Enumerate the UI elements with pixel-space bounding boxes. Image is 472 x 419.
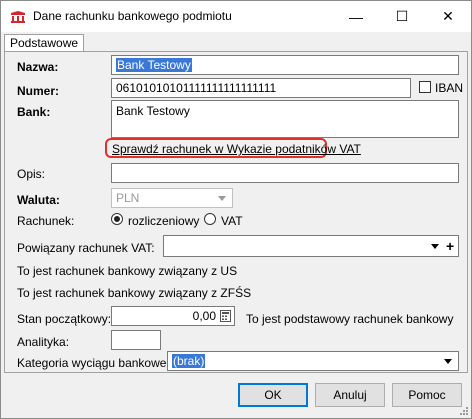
ok-button[interactable]: OK: [238, 383, 308, 407]
app-logo-icon: [11, 11, 25, 23]
info-us: To jest rachunek bankowy związany z US: [17, 264, 238, 278]
numer-input[interactable]: 06101010101111111111111111: [111, 78, 411, 98]
nazwa-value: Bank Testowy: [116, 58, 192, 72]
tab-panel: Nazwa: Bank Testowy Numer: 0610101010111…: [4, 51, 468, 373]
stan-input[interactable]: 0,00: [111, 306, 235, 326]
close-button[interactable]: ✕: [425, 1, 471, 32]
resize-grip-icon[interactable]: [459, 406, 469, 416]
verify-account-link[interactable]: Sprawdź rachunek w Wykazie podatników VA…: [112, 142, 361, 156]
nazwa-label: Nazwa:: [17, 60, 59, 74]
opis-input[interactable]: [111, 163, 459, 183]
kategoria-label: Kategoria wyciągu bankowego:: [17, 356, 184, 370]
kategoria-value: (brak): [172, 354, 206, 368]
powiazany-input[interactable]: [163, 235, 459, 257]
dialog-window: Dane rachunku bankowego podmiotu — ☐ ✕ P…: [0, 0, 472, 419]
help-button[interactable]: Pomoc: [392, 383, 462, 407]
nazwa-input[interactable]: Bank Testowy: [111, 55, 459, 75]
opis-label: Opis:: [17, 167, 46, 181]
kategoria-select[interactable]: (brak): [167, 351, 459, 371]
plus-icon[interactable]: +: [446, 238, 454, 254]
bank-textarea[interactable]: Bank Testowy: [111, 100, 459, 138]
stan-value: 0,00: [192, 309, 216, 323]
podstawowy-info: To jest podstawowy rachunek bankowy: [246, 312, 454, 326]
bank-value: Bank Testowy: [116, 104, 190, 118]
numer-label: Numer:: [17, 84, 60, 98]
waluta-select[interactable]: PLN: [111, 188, 233, 208]
waluta-value: PLN: [116, 191, 140, 205]
cancel-button[interactable]: Anuluj: [315, 383, 385, 407]
cancel-button-label: Anuluj: [333, 388, 367, 402]
numer-value: 06101010101111111111111111: [116, 81, 277, 95]
window-title: Dane rachunku bankowego podmiotu: [33, 9, 232, 23]
radio-rozliczeniowy-label: rozliczeniowy: [128, 214, 200, 228]
title-bar[interactable]: Dane rachunku bankowego podmiotu — ☐ ✕: [1, 1, 471, 32]
chevron-down-icon: [444, 359, 452, 364]
minimize-icon: —: [349, 8, 363, 25]
help-button-label: Pomoc: [408, 388, 446, 402]
ok-button-label: OK: [264, 388, 282, 402]
chevron-down-icon: [218, 196, 226, 201]
bank-label: Bank:: [17, 105, 51, 119]
rachunek-label: Rachunek:: [17, 214, 75, 228]
analityka-label: Analityka:: [17, 335, 70, 349]
iban-label: IBAN: [435, 81, 464, 95]
info-zfss: To jest rachunek bankowy związany z ZFŚS: [17, 286, 252, 300]
radio-vat[interactable]: [204, 213, 216, 225]
radio-vat-label: VAT: [221, 214, 243, 228]
maximize-button[interactable]: ☐: [379, 1, 425, 32]
maximize-icon: ☐: [395, 8, 409, 24]
waluta-label: Waluta:: [17, 193, 60, 207]
minimize-button[interactable]: —: [333, 1, 379, 32]
close-icon: ✕: [442, 8, 454, 24]
calculator-icon[interactable]: [220, 310, 231, 322]
tab-strip: Podstawowe: [1, 32, 471, 53]
stan-label: Stan początkowy:: [17, 312, 112, 326]
radio-rozliczeniowy[interactable]: [111, 213, 123, 225]
chevron-down-icon[interactable]: [431, 244, 439, 249]
analityka-input[interactable]: [111, 330, 161, 350]
powiazany-label: Powiązany rachunek VAT:: [17, 241, 155, 255]
iban-checkbox[interactable]: [419, 81, 431, 93]
